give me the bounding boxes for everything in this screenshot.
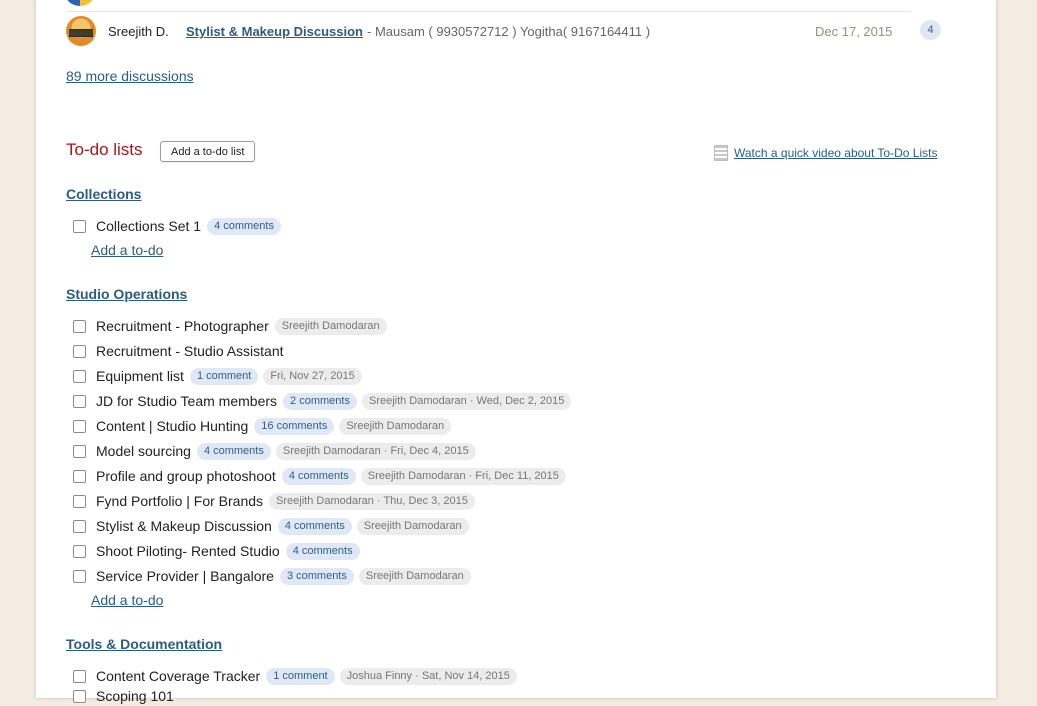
avatar <box>66 0 94 6</box>
todo-checkbox[interactable] <box>73 419 86 433</box>
todo-list-title[interactable]: Collections <box>66 186 141 202</box>
todo-text[interactable]: Collections Set 1 <box>96 218 201 234</box>
assignee-badge: Sreejith Damodaran <box>274 317 387 335</box>
todo-item: Profile and group photoshoot 4 comments … <box>73 466 571 486</box>
todo-list-title[interactable]: Studio Operations <box>66 286 187 302</box>
todo-text[interactable]: JD for Studio Team members <box>96 393 277 409</box>
discussion-title-link[interactable]: Stylist & Makeup Discussion <box>186 24 363 39</box>
divider <box>66 11 911 12</box>
comments-badge[interactable]: 4 comments <box>281 467 356 485</box>
todo-item: Recruitment - Photographer Sreejith Damo… <box>73 316 392 336</box>
todo-text[interactable]: Scoping 101 <box>96 688 174 704</box>
discussion-row[interactable]: Sreejith D. Stylist & Makeup Discussion … <box>66 16 946 48</box>
todo-checkbox[interactable] <box>73 344 86 358</box>
film-strip-icon <box>714 145 728 161</box>
assignee-date-badge: Sreejith Damodaran · Thu, Dec 3, 2015 <box>269 492 475 510</box>
todo-item: Content Coverage Tracker 1 comment Joshu… <box>73 666 522 686</box>
todo-checkbox[interactable] <box>73 444 86 458</box>
assignee-date-badge: Sreejith Damodaran · Wed, Dec 2, 2015 <box>361 392 572 410</box>
todo-text[interactable]: Model sourcing <box>96 443 191 459</box>
comments-badge[interactable]: 4 comments <box>196 442 271 460</box>
todo-text[interactable]: Content | Studio Hunting <box>96 418 248 434</box>
avatar <box>66 16 96 46</box>
comments-badge[interactable]: 16 comments <box>254 417 335 435</box>
todo-text[interactable]: Equipment list <box>96 368 184 384</box>
todo-text[interactable]: Recruitment - Photographer <box>96 318 269 334</box>
todo-item: Collections Set 1 4 comments <box>73 216 286 236</box>
assignee-date-badge: Joshua Finny · Sat, Nov 14, 2015 <box>339 667 517 685</box>
todo-checkbox[interactable] <box>73 319 86 333</box>
todo-text[interactable]: Service Provider | Bangalore <box>96 568 274 584</box>
comments-badge[interactable]: 4 comments <box>277 517 352 535</box>
todo-item: Stylist & Makeup Discussion 4 comments S… <box>73 516 474 536</box>
todo-item: Shoot Piloting- Rented Studio 4 comments <box>73 541 365 561</box>
todo-text[interactable]: Shoot Piloting- Rented Studio <box>96 543 280 559</box>
todo-lists-heading: To-do lists <box>66 140 143 159</box>
todo-text[interactable]: Content Coverage Tracker <box>96 668 260 684</box>
add-todo-list-button[interactable]: Add a to-do list <box>160 141 256 162</box>
discussion-date: Dec 17, 2015 <box>815 24 893 39</box>
discussion-author: Sreejith D. <box>108 24 169 39</box>
todo-item: Recruitment - Studio Assistant <box>73 341 290 361</box>
assignee-date-badge: Sreejith Damodaran · Fri, Dec 11, 2015 <box>360 467 566 485</box>
comments-badge[interactable]: 1 comment <box>266 667 335 685</box>
todo-text[interactable]: Stylist & Makeup Discussion <box>96 518 272 534</box>
todo-checkbox[interactable] <box>73 689 86 703</box>
todo-checkbox[interactable] <box>73 544 86 558</box>
comments-badge[interactable]: 2 comments <box>283 392 357 410</box>
todo-item: Service Provider | Bangalore 3 comments … <box>73 566 476 586</box>
todo-checkbox[interactable] <box>73 369 86 383</box>
add-todo-link[interactable]: Add a to-do <box>91 242 163 258</box>
todo-checkbox[interactable] <box>73 394 86 408</box>
discussion-excerpt: - Mausam ( 9930572712 ) Yogitha( 9167164… <box>367 24 651 39</box>
todo-checkbox[interactable] <box>73 219 86 233</box>
project-card: Sreejith D. Stylist & Makeup Discussion … <box>36 0 996 704</box>
todo-item: Equipment list 1 comment Fri, Nov 27, 20… <box>73 366 367 386</box>
assignee-badge: Sreejith Damodaran <box>356 517 469 535</box>
todo-checkbox[interactable] <box>73 569 86 583</box>
due-date-badge: Fri, Nov 27, 2015 <box>263 367 362 385</box>
todo-item: JD for Studio Team members 2 comments Sr… <box>73 391 576 411</box>
assignee-badge: Sreejith Damodaran <box>339 417 452 435</box>
todo-checkbox[interactable] <box>73 669 86 683</box>
comment-count-badge[interactable]: 4 <box>920 20 941 40</box>
assignee-badge: Sreejith Damodaran <box>358 567 471 585</box>
todo-checkbox[interactable] <box>73 469 86 483</box>
todo-list-title[interactable]: Tools & Documentation <box>66 636 222 652</box>
todo-item: Content | Studio Hunting 16 comments Sre… <box>73 416 456 436</box>
todo-checkbox[interactable] <box>73 494 86 508</box>
todo-text[interactable]: Recruitment - Studio Assistant <box>96 343 284 359</box>
watch-video-link[interactable]: Watch a quick video about To-Do Lists <box>734 146 937 160</box>
todo-item: Scoping 101 <box>73 686 180 706</box>
comments-badge[interactable]: 4 comments <box>207 217 281 235</box>
todo-item: Fynd Portfolio | For Brands Sreejith Dam… <box>73 491 480 511</box>
comments-badge[interactable]: 3 comments <box>279 567 354 585</box>
todo-item: Model sourcing 4 comments Sreejith Damod… <box>73 441 481 461</box>
todo-text[interactable]: Fynd Portfolio | For Brands <box>96 493 263 509</box>
add-todo-link[interactable]: Add a to-do <box>91 592 163 608</box>
todo-text[interactable]: Profile and group photoshoot <box>96 468 276 484</box>
todo-checkbox[interactable] <box>73 519 86 533</box>
comments-badge[interactable]: 1 comment <box>189 367 259 385</box>
more-discussions-link[interactable]: 89 more discussions <box>66 68 194 84</box>
assignee-date-badge: Sreejith Damodaran · Fri, Dec 4, 2015 <box>275 442 476 460</box>
comments-badge[interactable]: 4 comments <box>285 542 360 560</box>
